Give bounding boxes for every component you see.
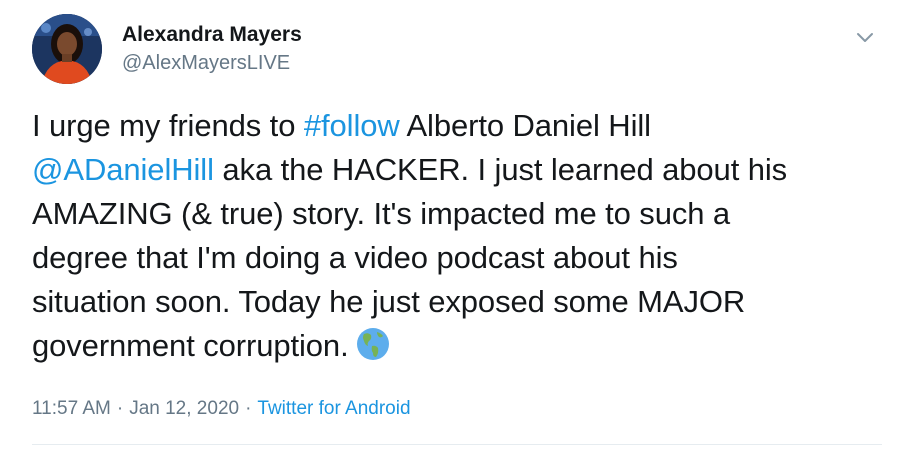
display-name[interactable]: Alexandra Mayers [122, 22, 302, 48]
tweet-line: government corruption. [32, 324, 892, 368]
tweet-line: @ADanielHill aka the HACKER. I just lear… [32, 148, 892, 192]
hashtag-link[interactable]: #follow [304, 108, 400, 143]
tweet-text-segment: I urge my friends to [32, 108, 304, 143]
tweet-line: degree that I'm doing a video podcast ab… [32, 240, 678, 275]
tweet-line: situation soon. Today he just exposed so… [32, 284, 746, 319]
tweet-line: AMAZING (& true) story. It's impacted me… [32, 196, 731, 231]
tweet-text-segment: Alberto Daniel Hill [399, 108, 651, 143]
tweet-line: I urge my friends to #follow Alberto Dan… [32, 104, 892, 148]
mention-link[interactable]: @ADanielHill [32, 152, 214, 187]
avatar-image [32, 14, 102, 84]
avatar[interactable] [32, 14, 102, 84]
tweet-meta: 11:57 AM · Jan 12, 2020 · Twitter for Androi… [32, 398, 411, 420]
tweet-time[interactable]: 11:57 AM [32, 398, 111, 419]
tweet-card: Alexandra Mayers @AlexMayersLIVE I urge … [0, 0, 913, 460]
tweet-header: Alexandra Mayers @AlexMayersLIVE [32, 14, 882, 92]
tweet-text: I urge my friends to #follow Alberto Dan… [32, 104, 892, 368]
tweet-date[interactable]: Jan 12, 2020 [129, 398, 239, 419]
user-handle[interactable]: @AlexMayersLIVE [122, 50, 302, 76]
user-info: Alexandra Mayers @AlexMayersLIVE [122, 22, 302, 76]
globe-americas-icon [355, 326, 391, 362]
chevron-down-icon[interactable] [854, 26, 876, 48]
meta-separator: · [245, 398, 252, 419]
tweet-text-segment: government corruption. [32, 328, 349, 363]
tweet-source-link[interactable]: Twitter for Android [257, 398, 410, 419]
meta-separator: · [116, 398, 124, 419]
tweet-text-segment: aka the HACKER. I just learned about his [213, 152, 788, 187]
divider [32, 444, 882, 445]
